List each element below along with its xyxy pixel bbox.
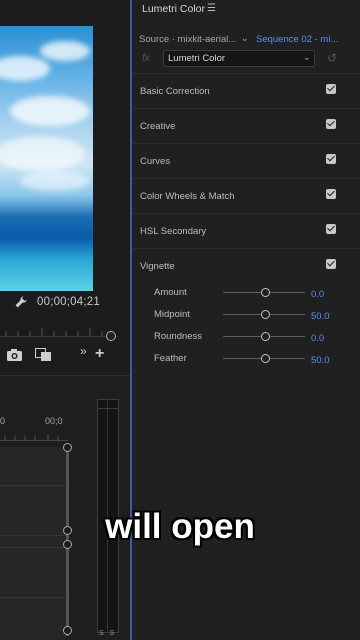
timeline-tick-label: 00;0 [45, 416, 63, 426]
video-caption: will open [105, 507, 255, 546]
scroll-knob-top[interactable] [63, 443, 72, 452]
fx-icon[interactable]: fx [142, 53, 150, 64]
slider-knob[interactable] [261, 354, 270, 363]
vignette-amount-value[interactable]: 0.0 [311, 289, 324, 300]
vignette-feather-label: Feather [154, 353, 187, 364]
timeline-ruler[interactable] [0, 430, 68, 441]
effect-select-value: Lumetri Color [168, 53, 226, 64]
section-label: Creative [140, 121, 176, 132]
vignette-amount-label: Amount [154, 287, 187, 298]
reset-icon[interactable]: ↺ [327, 51, 337, 65]
panel-title[interactable]: Lumetri Color [142, 3, 205, 15]
section-label: HSL Secondary [140, 226, 207, 237]
section-label: Color Wheels & Match [140, 191, 235, 202]
chevron-down-icon[interactable]: ⌄ [303, 52, 311, 63]
slider-knob[interactable] [261, 288, 270, 297]
zoom-handle[interactable] [106, 331, 116, 341]
compare-view-icon[interactable] [35, 348, 52, 362]
vignette-roundness-label: Roundness [154, 331, 203, 342]
section-enable-checkbox[interactable] [326, 119, 336, 129]
vignette-feather-value[interactable]: 50.0 [311, 355, 330, 366]
source-clip-label[interactable]: Source · mixkit-aerial... [139, 34, 236, 45]
playhead-timecode[interactable]: 00;00;04;21 [37, 296, 100, 308]
section-enable-checkbox[interactable] [326, 84, 336, 94]
section-enable-checkbox[interactable] [326, 224, 336, 234]
slider-knob[interactable] [261, 310, 270, 319]
audio-meter-solo-labels[interactable]: S S [99, 630, 116, 637]
video-preview[interactable] [0, 26, 93, 291]
vignette-roundness-value[interactable]: 0.0 [311, 333, 324, 344]
wrench-icon[interactable] [14, 295, 28, 309]
add-button-icon[interactable]: + [95, 346, 104, 362]
vignette-midpoint-label: Midpoint [154, 309, 190, 320]
section-label: Vignette [140, 261, 175, 272]
timeline-tick-label: 0 [0, 416, 6, 426]
section-label: Curves [140, 156, 171, 167]
chevron-down-icon[interactable]: ⌄ [241, 33, 249, 44]
sequence-clip-label[interactable]: Sequence 02 - mi... [256, 34, 338, 45]
section-enable-checkbox[interactable] [326, 154, 336, 164]
slider-knob[interactable] [261, 332, 270, 341]
monitor-mini-ruler[interactable] [0, 322, 118, 337]
vignette-midpoint-value[interactable]: 50.0 [311, 311, 330, 322]
scroll-knob-bottom[interactable] [63, 626, 72, 635]
more-chevrons-icon[interactable]: » [80, 344, 87, 358]
section-enable-checkbox[interactable] [326, 259, 336, 269]
section-enable-checkbox[interactable] [326, 189, 336, 199]
panel-menu-icon[interactable]: ☰ [207, 3, 216, 14]
section-label: Basic Correction [140, 86, 210, 97]
camera-icon[interactable] [7, 349, 22, 361]
